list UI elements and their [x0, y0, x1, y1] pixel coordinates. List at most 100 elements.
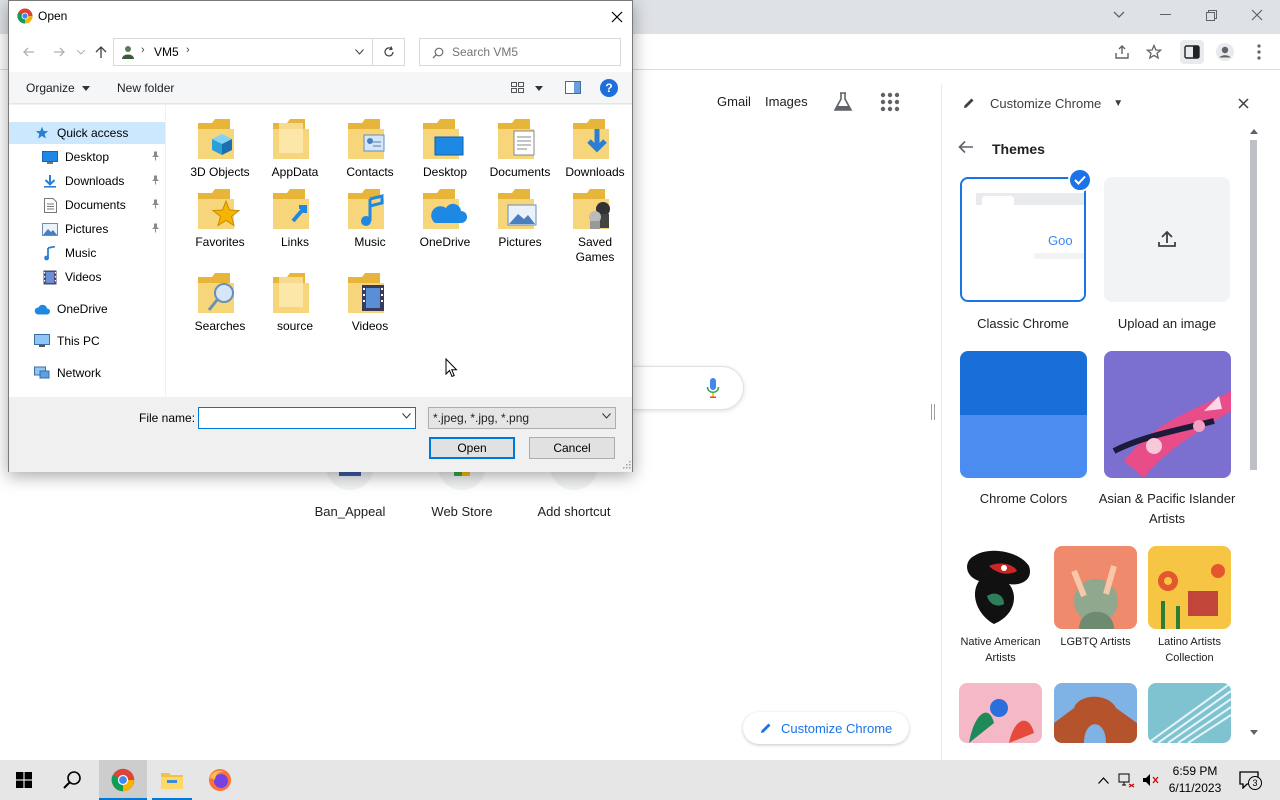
side-panel-button[interactable] [1180, 40, 1204, 64]
start-button[interactable] [0, 760, 48, 800]
address-history-dropdown[interactable] [348, 39, 370, 65]
nav-item-documents[interactable]: Documents [41, 194, 126, 216]
organize-button[interactable]: Organize [26, 81, 91, 95]
refresh-icon [384, 46, 394, 57]
up-button[interactable] [91, 42, 111, 62]
change-view-button[interactable] [511, 80, 547, 96]
back-arrow-icon[interactable] [958, 138, 974, 159]
forward-button[interactable] [49, 42, 69, 62]
open-button[interactable]: Open [429, 437, 515, 459]
scrollbar-thumb[interactable] [1250, 140, 1257, 470]
folder-name: Searches [194, 319, 246, 333]
menu-button[interactable] [1247, 40, 1271, 64]
folder-item-source[interactable]: source [257, 259, 333, 334]
window-close-button[interactable] [1234, 0, 1280, 30]
side-panel-close-button[interactable] [1232, 92, 1254, 114]
search-box[interactable] [419, 38, 621, 66]
file-type-select[interactable]: *.jpeg, *.jpg, *.png [428, 407, 616, 429]
side-panel-scrollbar[interactable] [1249, 129, 1258, 740]
back-button[interactable] [19, 42, 39, 62]
chevron-down-icon[interactable] [402, 411, 411, 422]
folder-item-videos[interactable]: Videos [332, 259, 408, 334]
restore-button[interactable] [1188, 0, 1234, 30]
new-folder-button[interactable]: New folder [117, 81, 174, 95]
folder-item-music[interactable]: Music [332, 175, 408, 250]
taskbar-clock[interactable]: 6:59 PM 6/11/2023 [1160, 763, 1230, 797]
share-button[interactable] [1110, 40, 1134, 64]
cancel-button[interactable]: Cancel [529, 437, 615, 459]
breadcrumb-vm5[interactable]: VM5 [154, 45, 179, 59]
folder-item-pictures[interactable]: Pictures [482, 175, 558, 250]
theme-asian-pacific-islander-artists[interactable] [1104, 351, 1231, 478]
theme-card-partial[interactable] [1148, 683, 1231, 743]
dialog-command-bar: Organize New folder ? [9, 72, 632, 104]
nav-item-network[interactable]: Network [33, 362, 101, 384]
folder-item-onedrive[interactable]: OneDrive [407, 175, 483, 250]
notifications-button[interactable]: 3 [1234, 770, 1264, 790]
nav-item-downloads[interactable]: Downloads [41, 170, 124, 192]
folder-item-searches[interactable]: Searches [182, 259, 258, 334]
labs-button[interactable] [832, 91, 854, 113]
images-link[interactable]: Images [765, 94, 808, 109]
nav-item-quick-access[interactable]: Quick access [9, 122, 165, 144]
preview-pane-button[interactable] [565, 81, 581, 97]
search-input[interactable] [452, 44, 612, 60]
folder-item-downloads[interactable]: Downloads [557, 105, 633, 180]
theme-native-american-artists[interactable] [959, 546, 1042, 629]
file-name-input[interactable] [199, 408, 395, 428]
folder-item-favorites[interactable]: Favorites [182, 175, 258, 250]
nav-item-desktop[interactable]: Desktop [41, 146, 109, 168]
artwork-image [1071, 565, 1118, 629]
theme-chrome-colors[interactable] [960, 351, 1087, 478]
gmail-link[interactable]: Gmail [717, 94, 751, 109]
nav-item-onedrive[interactable]: OneDrive [33, 298, 108, 320]
scroll-down-icon[interactable] [1250, 730, 1258, 736]
minimize-button[interactable] [1142, 0, 1188, 30]
artwork-image [1148, 683, 1231, 743]
taskbar-file-explorer[interactable] [148, 760, 196, 800]
help-button[interactable]: ? [600, 79, 618, 97]
address-bar[interactable]: › VM5 › [113, 38, 405, 66]
folder-item-documents[interactable]: Documents [482, 105, 558, 180]
volume-button[interactable] [1140, 770, 1162, 790]
tab-search-button[interactable] [1096, 0, 1142, 30]
customize-chrome-button[interactable]: Customize Chrome [743, 712, 909, 744]
profile-button[interactable] [1213, 40, 1237, 64]
folder-item-saved-games[interactable]: Saved Games [557, 175, 633, 265]
bookmark-button[interactable] [1142, 40, 1166, 64]
theme-lgbtq-artists[interactable] [1054, 546, 1137, 629]
customize-chrome-side-panel: Customize Chrome ▼ Themes Goo Classic Ch… [941, 84, 1266, 760]
breadcrumb-separator-icon[interactable]: › [186, 44, 190, 56]
show-hidden-icons-button[interactable] [1094, 770, 1112, 790]
dialog-close-button[interactable] [605, 5, 629, 29]
folder-item-contacts[interactable]: Contacts [332, 105, 408, 180]
dialog-titlebar[interactable]: Open [9, 1, 632, 32]
taskbar-firefox[interactable] [196, 760, 244, 800]
nav-item-music[interactable]: Music [41, 242, 96, 264]
file-name-combobox[interactable] [198, 407, 416, 429]
nav-item-this-pc[interactable]: This PC [33, 330, 100, 352]
folder-item-appdata[interactable]: AppData [257, 105, 333, 180]
theme-latino-artists-collection[interactable] [1148, 546, 1231, 629]
apps-button[interactable] [880, 92, 900, 112]
folder-item-3d-objects[interactable]: 3D Objects [182, 105, 258, 180]
folder-item-desktop[interactable]: Desktop [407, 105, 483, 180]
folder-item-links[interactable]: Links [257, 175, 333, 250]
side-panel-resize-handle[interactable] [930, 400, 936, 424]
network-status-button[interactable] [1116, 770, 1138, 790]
side-panel-header[interactable]: Customize Chrome ▼ [942, 84, 1267, 122]
theme-card-partial[interactable] [1054, 683, 1137, 743]
nav-item-pictures[interactable]: Pictures [41, 218, 108, 240]
nav-item-videos[interactable]: Videos [41, 266, 101, 288]
scroll-up-icon[interactable] [1250, 128, 1258, 134]
taskbar-search-button[interactable] [48, 760, 96, 800]
taskbar-chrome[interactable] [99, 760, 147, 800]
upload-image-button[interactable] [1104, 177, 1230, 302]
refresh-button[interactable] [376, 39, 402, 65]
recent-locations-button[interactable] [71, 42, 91, 62]
theme-classic-chrome[interactable]: Goo [960, 177, 1086, 302]
desktop-folder-icon [421, 115, 469, 163]
voice-search-button[interactable] [706, 377, 720, 402]
theme-card-partial[interactable] [959, 683, 1042, 743]
resize-grip-icon[interactable] [621, 459, 631, 469]
